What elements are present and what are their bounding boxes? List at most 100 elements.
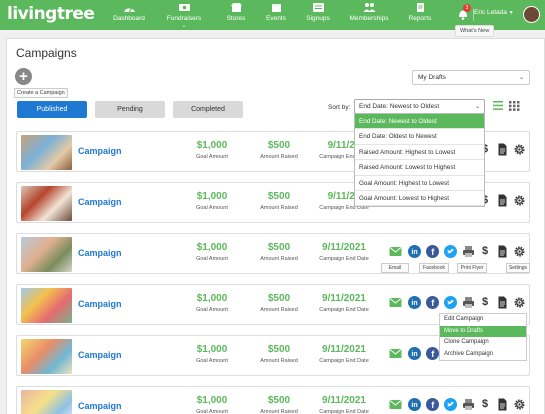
livingtree-logo[interactable]: livingtree: [7, 4, 95, 24]
gear-icon[interactable]: [513, 245, 526, 258]
twitter-icon[interactable]: [444, 398, 457, 411]
facebook-icon[interactable]: f: [426, 347, 439, 360]
edit-campaign-item[interactable]: Edit Campaign: [440, 314, 526, 326]
dollar-icon[interactable]: $: [482, 398, 490, 411]
grid-view-icon[interactable]: [509, 101, 520, 111]
sort-option[interactable]: Raised Amount: Lowest to Highest: [355, 160, 484, 176]
campaign-thumbnail[interactable]: [21, 288, 72, 323]
email-icon[interactable]: [389, 245, 402, 258]
campaign-title[interactable]: Campaign: [78, 248, 122, 258]
document-icon[interactable]: [496, 296, 509, 309]
page-title: Campaigns: [16, 46, 77, 60]
campaign-row[interactable]: Campaign $1,000 Goal Amount $500 Amount Rais…: [16, 386, 530, 414]
amount-raised-caption: Amount Raised: [260, 409, 298, 414]
goal-amount: $1,000: [196, 293, 228, 304]
tab-published[interactable]: Published: [17, 101, 87, 118]
chevron-down-icon: ⌄: [181, 23, 187, 29]
campaign-thumbnail[interactable]: [21, 390, 72, 414]
document-icon[interactable]: [496, 143, 509, 156]
calendar-icon: [271, 4, 281, 12]
sort-option[interactable]: Raised Amount: Highest to Lowest: [355, 145, 484, 161]
create-campaign-button[interactable]: +: [15, 68, 32, 85]
chevron-down-icon: ⌄: [518, 75, 524, 81]
campaign-title[interactable]: Campaign: [78, 146, 122, 156]
email-icon[interactable]: [389, 398, 402, 411]
print-icon[interactable]: [462, 296, 475, 309]
facebook-tooltip: Facebook: [419, 263, 449, 273]
linkedin-icon[interactable]: in: [408, 245, 421, 258]
gear-icon[interactable]: [513, 398, 526, 411]
people-icon: [363, 3, 375, 12]
document-icon[interactable]: [496, 245, 509, 258]
gear-icon[interactable]: [513, 194, 526, 207]
campaign-title[interactable]: Campaign: [78, 197, 122, 207]
sort-select-value: End Date: Newest to Oldest: [359, 103, 440, 110]
goal-amount-caption: Goal Amount: [196, 205, 228, 211]
facebook-icon[interactable]: f: [426, 398, 439, 411]
notification-count-badge: 3: [463, 4, 471, 12]
campaign-thumbnail[interactable]: [21, 186, 72, 221]
end-date-caption: Campaign End Date: [319, 256, 369, 262]
svg-text:in: in: [411, 249, 417, 256]
sort-dropdown-menu: End Date: Newest to Oldest End Date: Old…: [354, 113, 485, 208]
goal-amount-caption: Goal Amount: [196, 154, 228, 160]
amount-raised: $500: [267, 191, 291, 202]
sort-option[interactable]: End Date: Oldest to Newest: [355, 129, 484, 145]
campaign-row[interactable]: Campaign $1,000 Goal Amount $500 Amount Rais…: [16, 233, 530, 274]
nav-dashboard[interactable]: Dashboard: [99, 2, 159, 22]
linkedin-icon[interactable]: in: [408, 347, 421, 360]
amount-raised-caption: Amount Raised: [260, 307, 298, 313]
twitter-icon[interactable]: [444, 296, 457, 309]
money-icon: [178, 4, 190, 11]
print-icon[interactable]: [462, 398, 475, 411]
amount-raised: $500: [267, 293, 291, 304]
campaign-thumbnail[interactable]: [21, 339, 72, 374]
drafts-select[interactable]: My Drafts ⌄: [412, 70, 530, 85]
email-icon[interactable]: [389, 347, 402, 360]
dollar-icon[interactable]: $: [482, 245, 490, 258]
gear-icon[interactable]: [513, 296, 526, 309]
list-view-icon[interactable]: [493, 101, 503, 110]
sort-option[interactable]: Goal Amount: Lowest to Highest: [355, 191, 484, 207]
sort-option[interactable]: End Date: Newest to Oldest: [355, 114, 484, 130]
print-icon[interactable]: [462, 245, 475, 258]
move-to-drafts-item[interactable]: Move to Drafts: [440, 325, 526, 337]
nav-reports-label: Reports: [408, 15, 432, 22]
sort-option[interactable]: Goal Amount: Highest to Lowest: [355, 176, 484, 191]
user-avatar[interactable]: [523, 6, 540, 23]
svg-text:in: in: [411, 351, 417, 358]
amount-raised-caption: Amount Raised: [260, 358, 298, 364]
app-root: livingtree Dashboard Fundraisers ⌄ Store…: [0, 0, 545, 414]
amount-raised-caption: Amount Raised: [260, 154, 298, 160]
campaign-title[interactable]: Campaign: [78, 401, 122, 411]
campaign-thumbnail[interactable]: [21, 135, 72, 170]
sort-label: Sort by:: [328, 104, 351, 111]
goal-amount-caption: Goal Amount: [196, 409, 228, 414]
twitter-icon[interactable]: [444, 245, 457, 258]
nav-reports[interactable]: Reports: [390, 2, 450, 22]
facebook-icon[interactable]: f: [426, 245, 439, 258]
nav-dashboard-label: Dashboard: [113, 15, 145, 22]
print-flyer-tooltip: Print Flyer: [457, 263, 487, 273]
archive-campaign-item[interactable]: Archive Campaign: [440, 349, 526, 361]
campaign-title[interactable]: Campaign: [78, 350, 122, 360]
document-icon[interactable]: [496, 398, 509, 411]
linkedin-icon[interactable]: in: [408, 296, 421, 309]
gear-icon[interactable]: [513, 143, 526, 156]
sort-select[interactable]: End Date: Newest to Oldest ⌄: [354, 99, 485, 114]
end-date-caption: Campaign End Date: [319, 409, 369, 414]
linkedin-icon[interactable]: in: [408, 398, 421, 411]
dollar-icon[interactable]: $: [482, 296, 490, 309]
campaign-settings-menu: Edit Campaign Move to Drafts Clone Campa…: [439, 313, 527, 361]
campaign-title[interactable]: Campaign: [78, 299, 122, 309]
settings-tooltip: Settings: [506, 263, 530, 273]
campaign-thumbnail[interactable]: [21, 237, 72, 272]
tab-completed[interactable]: Completed: [173, 101, 243, 118]
facebook-icon[interactable]: f: [426, 296, 439, 309]
clone-campaign-item[interactable]: Clone Campaign: [440, 337, 526, 349]
document-icon[interactable]: [496, 194, 509, 207]
nav-fundraisers[interactable]: Fundraisers ⌄: [154, 2, 214, 29]
user-menu[interactable]: Eric Letada ▼: [474, 9, 514, 16]
email-icon[interactable]: [389, 296, 402, 309]
tab-pending[interactable]: Pending: [95, 101, 165, 118]
